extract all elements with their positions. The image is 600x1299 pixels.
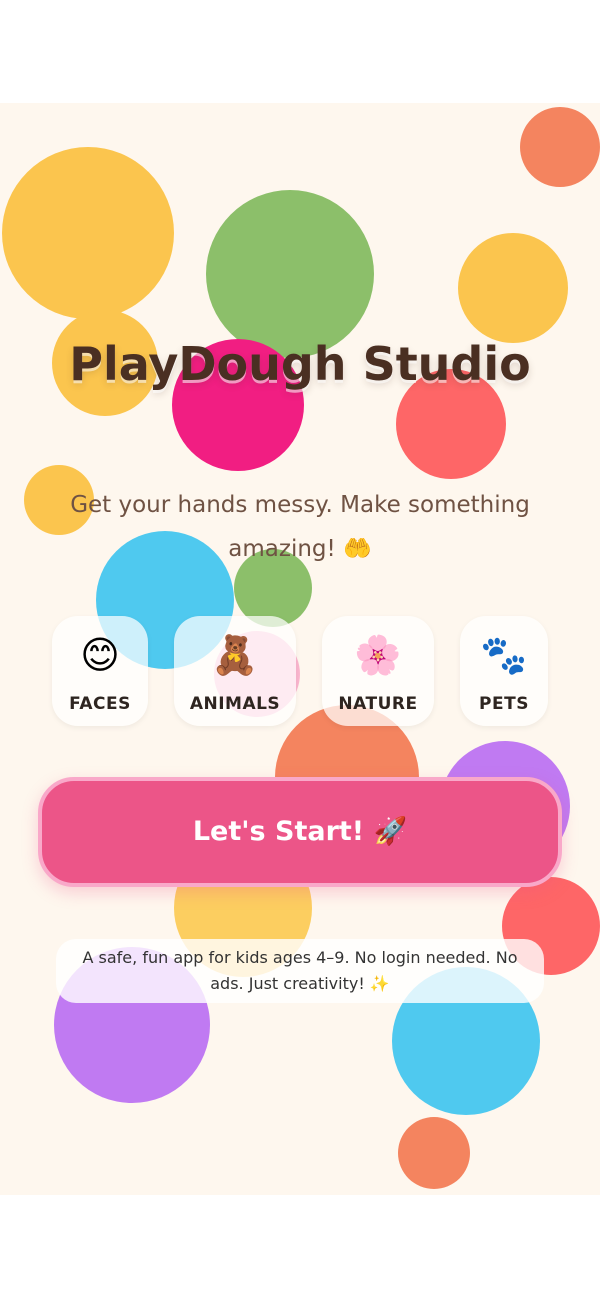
app-title: PlayDough Studio xyxy=(69,337,531,391)
app-screen: PlayDough Studio Get your hands messy. M… xyxy=(0,103,600,1195)
safety-note: A safe, fun app for kids ages 4–9. No lo… xyxy=(56,939,544,1003)
smiling-face-icon: 😊 xyxy=(80,633,120,677)
dough-blob-decoration xyxy=(458,233,568,343)
dough-blob-decoration xyxy=(2,147,174,319)
category-label: ANIMALS xyxy=(189,694,281,714)
category-nature[interactable]: 🌸 NATURE xyxy=(322,616,434,726)
dough-blob-decoration xyxy=(520,107,600,187)
dough-blob-decoration xyxy=(398,1117,470,1189)
cherry-blossom-icon: 🌸 xyxy=(354,633,402,677)
start-button[interactable]: Let's Start! 🚀 xyxy=(38,777,562,887)
app-subtitle: Get your hands messy. Make something ama… xyxy=(70,492,530,562)
category-pets[interactable]: 🐾 PETS xyxy=(460,616,548,726)
paw-prints-icon: 🐾 xyxy=(480,633,528,677)
teddy-bear-icon: 🧸 xyxy=(211,633,259,677)
category-label: NATURE xyxy=(338,694,418,714)
category-list: 😊 FACES 🧸 ANIMALS 🌸 NATURE 🐾 PETS xyxy=(52,616,548,726)
category-label: FACES xyxy=(69,694,131,714)
category-label: PETS xyxy=(479,694,529,714)
category-faces[interactable]: 😊 FACES xyxy=(52,616,148,726)
category-animals[interactable]: 🧸 ANIMALS xyxy=(174,616,296,726)
